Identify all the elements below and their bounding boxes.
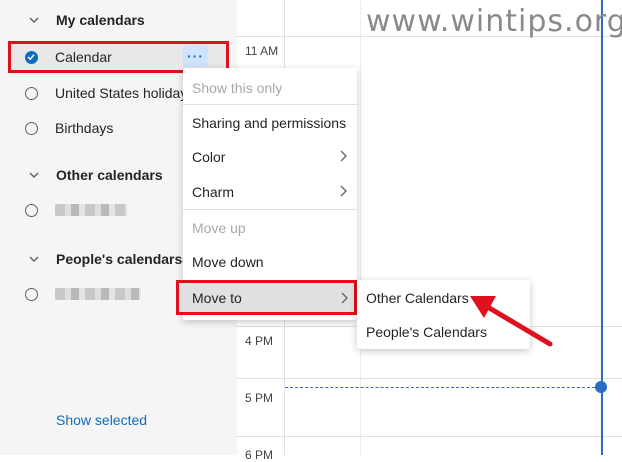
checked-radio-icon[interactable] xyxy=(25,50,38,64)
section-heading: Other calendars xyxy=(56,167,163,183)
menu-item-move-down[interactable]: Move down xyxy=(192,254,264,270)
watermark: www.wintips.org xyxy=(366,4,622,39)
more-options-button[interactable]: ··· xyxy=(183,45,208,67)
section-my-calendars[interactable]: My calendars xyxy=(28,12,145,28)
calendar-item-label: United States holidays xyxy=(55,85,195,101)
blurred-calendar-name xyxy=(55,204,127,216)
calendar-item-blurred[interactable] xyxy=(25,283,141,305)
chevron-down-icon xyxy=(29,172,39,178)
menu-divider xyxy=(183,104,357,105)
time-label: 4 PM xyxy=(245,334,274,348)
chevron-down-icon xyxy=(29,17,39,23)
blurred-calendar-name xyxy=(55,288,141,300)
radio-icon[interactable] xyxy=(25,203,38,217)
chevron-down-icon xyxy=(29,256,39,262)
calendar-item-birthdays[interactable]: Birthdays xyxy=(25,117,113,139)
calendar-item-label: Calendar xyxy=(55,49,112,65)
chevron-right-icon xyxy=(340,185,347,197)
time-label: 5 PM xyxy=(245,391,274,405)
menu-item-color[interactable]: Color xyxy=(192,149,225,165)
time-label: 11 AM xyxy=(245,44,279,58)
chevron-right-icon xyxy=(341,292,348,304)
submenu-item-other-calendars[interactable]: Other Calendars xyxy=(366,290,469,306)
current-time-line xyxy=(285,387,600,388)
calendar-item-label: Birthdays xyxy=(55,120,114,136)
menu-item-show-this-only[interactable]: Show this only xyxy=(192,80,282,96)
grid-line xyxy=(237,378,622,379)
calendar-item-blurred[interactable] xyxy=(25,199,127,221)
grid-line xyxy=(237,436,622,437)
menu-item-label: Move to xyxy=(192,290,242,306)
menu-item-move-up[interactable]: Move up xyxy=(192,220,246,236)
radio-icon[interactable] xyxy=(25,121,38,135)
section-heading: People's calendars xyxy=(56,251,183,267)
menu-divider xyxy=(183,209,357,210)
radio-icon[interactable] xyxy=(25,86,38,100)
calendar-item-us-holidays[interactable]: United States holidays xyxy=(25,82,194,104)
calendar-item-calendar[interactable]: Calendar xyxy=(25,46,112,68)
chevron-right-icon xyxy=(340,150,347,162)
menu-item-charm[interactable]: Charm xyxy=(192,184,234,200)
time-label: 6 PM xyxy=(245,448,274,462)
annotation-arrow-icon xyxy=(470,296,553,347)
section-heading: My calendars xyxy=(56,12,145,28)
show-selected-link[interactable]: Show selected xyxy=(56,412,147,428)
section-other-calendars[interactable]: Other calendars xyxy=(28,167,163,183)
current-time-dot xyxy=(595,381,607,393)
menu-item-sharing-permissions[interactable]: Sharing and permissions xyxy=(192,115,346,131)
radio-icon[interactable] xyxy=(25,287,38,301)
menu-item-move-to[interactable]: Move to xyxy=(176,280,357,315)
section-peoples-calendars[interactable]: People's calendars xyxy=(28,251,182,267)
